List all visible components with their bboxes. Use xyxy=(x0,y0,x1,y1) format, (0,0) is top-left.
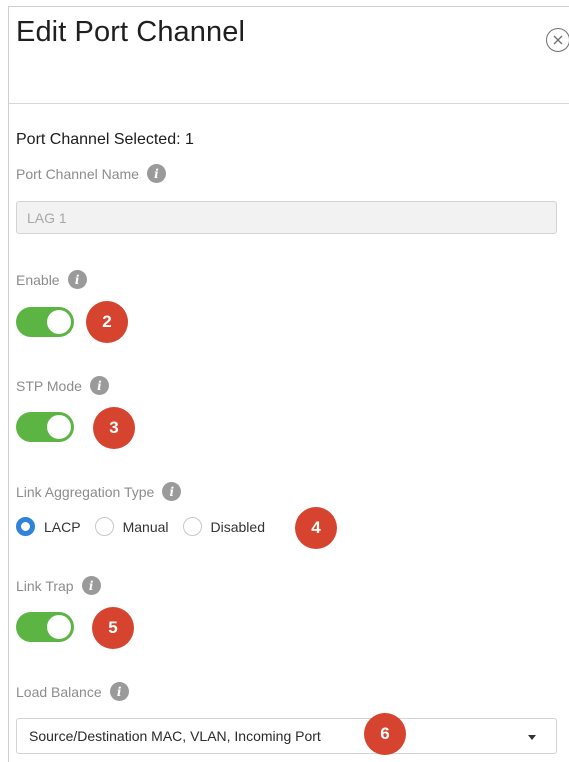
dialog-title: Edit Port Channel xyxy=(16,16,245,48)
callout-badge: 4 xyxy=(295,507,337,549)
info-icon[interactable]: i xyxy=(89,376,109,395)
stp-mode-label: STP Mode i xyxy=(16,376,109,395)
toggle-knob xyxy=(47,415,71,439)
info-icon[interactable]: i xyxy=(162,482,182,501)
callout-badge: 5 xyxy=(92,607,134,649)
load-balance-label: Load Balance i xyxy=(16,682,129,701)
port-channel-name-input[interactable] xyxy=(16,201,557,234)
link-aggregation-type-radio-group: LACP Manual Disabled xyxy=(16,517,279,536)
info-icon[interactable]: i xyxy=(81,576,101,595)
link-aggregation-type-label-text: Link Aggregation Type xyxy=(16,483,155,500)
header-divider xyxy=(9,103,569,104)
info-icon[interactable]: i xyxy=(67,270,87,289)
enable-toggle[interactable] xyxy=(16,307,74,337)
radio-manual[interactable]: Manual xyxy=(94,517,169,536)
link-trap-label: Link Trap i xyxy=(16,576,101,595)
radio-button[interactable] xyxy=(16,517,35,536)
info-icon[interactable]: i xyxy=(146,164,166,183)
toggle-knob xyxy=(47,310,71,334)
enable-label-text: Enable xyxy=(16,271,60,288)
radio-label: Disabled xyxy=(210,518,265,535)
radio-label: Manual xyxy=(122,518,169,535)
port-channel-name-label: Port Channel Name i xyxy=(16,164,166,183)
radio-disabled[interactable]: Disabled xyxy=(182,517,265,536)
load-balance-selected-value: Source/Destination MAC, VLAN, Incoming P… xyxy=(29,728,321,744)
callout-badge: 3 xyxy=(93,407,135,449)
stp-mode-toggle[interactable] xyxy=(16,412,74,442)
info-icon[interactable]: i xyxy=(109,682,129,701)
port-channel-name-label-text: Port Channel Name xyxy=(16,165,139,182)
load-balance-label-text: Load Balance xyxy=(16,683,102,700)
selection-count: Port Channel Selected: 1 xyxy=(16,131,194,148)
callout-badge: 2 xyxy=(86,301,128,343)
callout-badge: 6 xyxy=(364,713,406,755)
enable-label: Enable i xyxy=(16,270,87,289)
edit-port-channel-panel: Edit Port Channel Port Channel Selected:… xyxy=(8,6,569,762)
radio-button[interactable] xyxy=(94,517,114,536)
link-aggregation-type-label: Link Aggregation Type i xyxy=(16,482,182,501)
link-trap-label-text: Link Trap xyxy=(16,577,74,594)
radio-label: LACP xyxy=(44,518,81,535)
radio-lacp[interactable]: LACP xyxy=(16,517,81,536)
link-trap-toggle[interactable] xyxy=(16,612,74,642)
radio-button[interactable] xyxy=(182,517,202,536)
stp-mode-label-text: STP Mode xyxy=(16,377,82,394)
load-balance-select[interactable]: Source/Destination MAC, VLAN, Incoming P… xyxy=(16,718,557,754)
chevron-down-icon[interactable] xyxy=(528,735,536,740)
toggle-knob xyxy=(47,615,71,639)
close-icon[interactable] xyxy=(546,28,569,52)
